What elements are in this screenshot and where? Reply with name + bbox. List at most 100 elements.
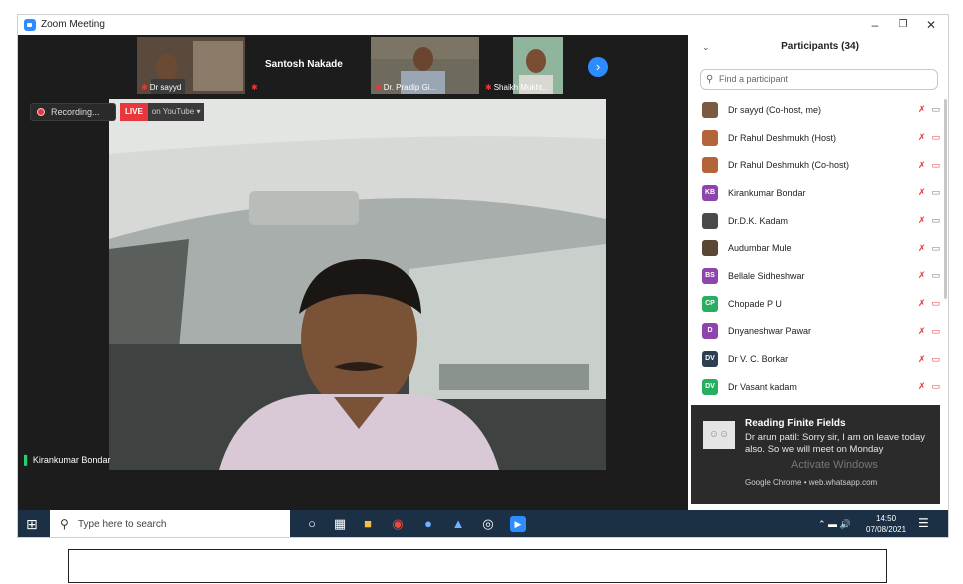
participant-name: Dr.D.K. Kadam	[728, 215, 789, 226]
windows-taskbar: ⊞ ⚲ Type here to search ○ ▦ ■ ◉ ● ▲ ◎ ▶ …	[18, 510, 948, 537]
mic-muted-icon: ✱	[251, 83, 258, 92]
media-player-icon[interactable]: ◎	[480, 516, 496, 532]
participant-row[interactable]: Dr.D.K. Kadam ✗ ▭	[690, 207, 948, 235]
participant-name: Audumbar Mule	[728, 243, 792, 254]
participant-search-input[interactable]: ⚲ Find a participant	[700, 69, 938, 90]
participant-row[interactable]: Dr Rahul Deshmukh (Co-host) ✗ ▭	[690, 151, 948, 179]
thumbnail-name: Dr sayyd	[149, 83, 182, 92]
chevron-down-icon: ▾	[196, 107, 201, 116]
avatar	[702, 212, 718, 229]
avatar	[702, 101, 718, 118]
thumbnail-pradip[interactable]: ✱ Dr. Pradip Gi...	[371, 37, 479, 94]
participant-name: Kirankumar Bondar	[728, 187, 806, 198]
avatar: DV	[702, 378, 718, 395]
participant-name: Dnyaneshwar Pawar	[728, 326, 812, 337]
clock-time: 14:50	[876, 514, 897, 523]
thumbnail-dr-sayyd[interactable]: ✱ Dr sayyd	[137, 37, 245, 94]
meeting-area: ✱ Dr sayyd Santosh Nakade ✱ ✱ Dr. Pradip G…	[18, 35, 688, 510]
speaker-name: Kirankumar Bondar	[32, 455, 111, 465]
speaker-label: ▌ Kirankumar Bondar	[24, 455, 110, 465]
app-icon[interactable]: ●	[420, 516, 436, 532]
notification-title: Reading Finite Fields	[745, 418, 846, 429]
camera-icon: ▭	[931, 325, 940, 336]
participant-row[interactable]: KB Kirankumar Bondar ✗ ▭	[690, 179, 948, 207]
avatar: CP	[702, 295, 718, 312]
next-page-button[interactable]: ›	[588, 57, 608, 77]
restore-button[interactable]: ❐	[888, 16, 918, 34]
camera-icon: ▭	[931, 187, 940, 198]
thumbnail-name: Dr. Pradip Gi...	[383, 83, 437, 92]
mic-muted-icon: ✗	[917, 270, 926, 281]
avatar: KB	[702, 184, 718, 201]
window-title: Zoom Meeting	[41, 19, 105, 30]
minimize-button[interactable]: –	[860, 16, 890, 34]
camera-icon: ▭	[931, 215, 940, 226]
search-icon: ⚲	[60, 517, 69, 531]
participant-name: Bellale Sidheshwar	[728, 270, 805, 281]
clock[interactable]: 14:50 07/08/2021	[866, 513, 906, 535]
record-icon	[37, 108, 45, 116]
participant-row[interactable]: Dr Rahul Deshmukh (Host) ✗ ▭	[690, 124, 948, 152]
participant-row[interactable]: D Dnyaneshwar Pawar ✗ ▭	[690, 318, 948, 346]
thumbnail-santosh-nakade[interactable]: Santosh Nakade ✱	[247, 37, 355, 94]
windows-start-icon[interactable]: ⊞	[26, 516, 38, 533]
speaker-video-frame	[109, 99, 606, 470]
camera-icon: ▭	[931, 298, 940, 309]
thumbnail-name: Santosh Nakade	[265, 59, 343, 70]
taskbar-search-input[interactable]: ⚲ Type here to search	[50, 510, 290, 537]
chrome-icon[interactable]: ◉	[390, 516, 406, 532]
mic-muted-icon: ✱	[141, 83, 148, 92]
participant-row[interactable]: Dr sayyd (Co-host, me) ✗ ▭	[690, 96, 948, 124]
avatar: D	[702, 323, 718, 340]
mic-muted-icon: ✗	[917, 159, 926, 170]
recording-indicator[interactable]: Recording...	[30, 103, 116, 121]
avatar	[702, 157, 718, 174]
taskbar-search-placeholder: Type here to search	[78, 519, 167, 530]
live-target: on YouTube	[151, 107, 195, 116]
camera-icon: ▭	[931, 132, 940, 143]
task-view-icon[interactable]: ▦	[332, 516, 348, 532]
mic-muted-icon: ✗	[917, 104, 926, 115]
zoom-taskbar-icon[interactable]: ▶	[510, 516, 526, 532]
signal-bars-icon: ▌	[24, 455, 31, 465]
avatar	[702, 240, 718, 257]
camera-icon: ▭	[931, 159, 940, 170]
mic-muted-icon: ✗	[917, 298, 926, 309]
participant-row[interactable]: CP Chopade P U ✗ ▭	[690, 290, 948, 318]
avatar: BS	[702, 267, 718, 284]
participant-name: Chopade P U	[728, 298, 782, 309]
action-center-icon[interactable]: ☰	[918, 516, 929, 530]
cortana-icon[interactable]: ○	[304, 516, 320, 532]
participant-name: Dr Rahul Deshmukh (Co-host)	[728, 160, 850, 171]
mic-muted-icon: ✗	[917, 325, 926, 336]
search-icon: ⚲	[706, 74, 714, 85]
system-tray-icons[interactable]: ⌃ ▬ 🔊	[818, 510, 851, 537]
clock-date: 07/08/2021	[866, 525, 907, 534]
participant-row[interactable]: DV Dr Vasant kadam ✗ ▭	[690, 373, 948, 401]
file-explorer-icon[interactable]: ■	[360, 516, 376, 532]
scrollbar[interactable]	[944, 99, 947, 299]
mic-muted-icon: ✱	[375, 83, 382, 92]
caption-box	[68, 549, 887, 583]
close-button[interactable]: ✕	[916, 16, 946, 34]
avatar: DV	[702, 351, 718, 368]
participant-row[interactable]: Audumbar Mule ✗ ▭	[690, 234, 948, 262]
active-speaker-video	[109, 99, 606, 470]
mic-muted-icon: ✗	[917, 353, 926, 364]
contacts-icon: ☺☺	[703, 421, 735, 449]
thumbnail-shaikh[interactable]: ✱ Shaikh Mukht...	[481, 37, 589, 94]
participant-list: Dr sayyd (Co-host, me) ✗ ▭ Dr Rahul Deshmuk…	[690, 96, 948, 401]
collapse-chevron-icon[interactable]: ⌄	[702, 35, 710, 59]
thumbnail-strip: ✱ Dr sayyd Santosh Nakade ✱ ✱ Dr. Pradip G…	[18, 35, 688, 97]
participant-name: Dr sayyd (Co-host, me)	[728, 104, 822, 115]
notification-body: Dr arun patil: Sorry sir, I am on leave …	[745, 432, 926, 455]
thumbnail-name: Shaikh Mukht...	[493, 83, 549, 92]
participant-row[interactable]: DV Dr V. C. Borkar ✗ ▭	[690, 345, 948, 373]
participant-row[interactable]: BS Bellale Sidheshwar ✗ ▭	[690, 262, 948, 290]
camera-icon: ▭	[931, 104, 940, 115]
notification-source: Google Chrome • web.whatsapp.com	[745, 478, 878, 487]
live-stream-badge[interactable]: LIVE on YouTube ▾	[120, 103, 205, 121]
store-icon[interactable]: ▲	[450, 516, 466, 532]
notification-toast[interactable]: ☺☺ Reading Finite Fields Dr arun patil: …	[691, 405, 940, 504]
recording-label: Recording...	[51, 107, 100, 117]
